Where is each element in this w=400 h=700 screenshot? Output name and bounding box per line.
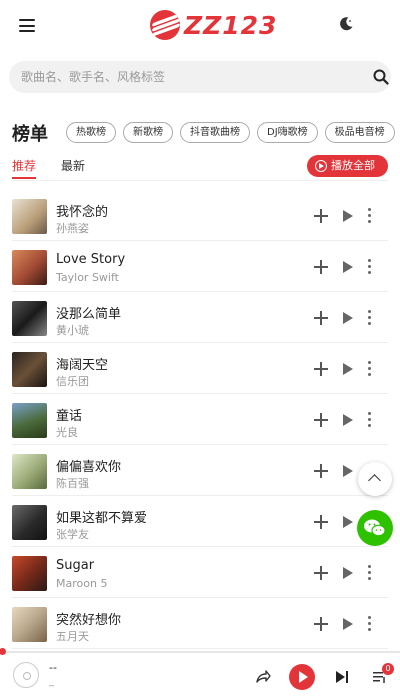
wechat-icon (364, 519, 386, 537)
more-icon[interactable] (368, 412, 372, 427)
logo-mark-icon (150, 10, 180, 40)
section-title: 榜单 (12, 124, 48, 145)
more-icon[interactable] (368, 565, 372, 580)
play-icon[interactable] (343, 516, 353, 528)
tab-recommend[interactable]: 推荐 (12, 157, 37, 179)
album-cover[interactable] (12, 403, 47, 438)
logo[interactable]: ZZ123 (150, 9, 277, 41)
song-title[interactable]: 如果这都不算爱 (56, 507, 147, 526)
song-list: 我怀念的 孙燕姿 Love Story Taylor Swift 没那么简单 黄… (0, 190, 400, 649)
add-icon[interactable] (314, 362, 328, 376)
play-all-label: 播放全部 (331, 159, 375, 172)
sub-tabs: 推荐 最新 (12, 157, 85, 179)
play-icon[interactable] (343, 210, 353, 222)
song-row[interactable]: 童话 光良 (12, 394, 388, 445)
song-title[interactable]: Love Story (56, 252, 125, 267)
logo-text: ZZ123 (184, 10, 278, 40)
song-row[interactable]: Sugar Maroon 5 (12, 547, 388, 598)
play-icon[interactable] (343, 567, 353, 579)
play-icon[interactable] (343, 414, 353, 426)
song-artist[interactable]: Taylor Swift (56, 271, 119, 284)
song-artist[interactable]: 黄小琥 (56, 322, 89, 338)
song-artist[interactable]: 张学友 (56, 526, 89, 542)
song-row[interactable]: 偏偏喜欢你 陈百强 (12, 445, 388, 496)
add-icon[interactable] (314, 515, 328, 529)
song-title[interactable]: 偏偏喜欢你 (56, 456, 121, 475)
divider (12, 180, 388, 181)
album-cover[interactable] (12, 352, 47, 387)
song-artist[interactable]: 五月天 (56, 628, 89, 644)
chip-edm[interactable]: 极品电音榜 (324, 122, 395, 143)
more-icon[interactable] (368, 361, 372, 376)
play-icon[interactable] (343, 312, 353, 324)
wechat-button[interactable] (357, 510, 393, 546)
play-icon[interactable] (343, 618, 353, 630)
search-icon[interactable] (373, 69, 389, 85)
play-icon[interactable] (343, 465, 353, 477)
chart-chips: 热歌榜 新歌榜 抖音歌曲榜 DJ嗨歌榜 极品电音榜 (66, 122, 400, 144)
album-cover[interactable] (12, 199, 47, 234)
album-cover[interactable] (12, 250, 47, 285)
tab-latest[interactable]: 最新 (61, 157, 85, 179)
song-artist[interactable]: Maroon 5 (56, 577, 107, 590)
next-icon[interactable] (335, 670, 349, 684)
play-circle-icon (315, 160, 327, 172)
album-cover[interactable] (12, 505, 47, 540)
queue-count-badge: 0 (382, 663, 394, 675)
moon-icon[interactable] (338, 16, 354, 32)
chip-dj[interactable]: DJ嗨歌榜 (257, 122, 318, 143)
album-cover[interactable] (12, 556, 47, 591)
song-row[interactable]: 突然好想你 五月天 (12, 598, 388, 649)
chip-hot[interactable]: 热歌榜 (66, 122, 116, 143)
more-icon[interactable] (368, 208, 372, 223)
song-row[interactable]: 我怀念的 孙燕姿 (12, 190, 388, 241)
add-icon[interactable] (314, 260, 328, 274)
song-row[interactable]: 没那么简单 黄小琥 (12, 292, 388, 343)
play-icon[interactable] (343, 261, 353, 273)
playback-progress[interactable] (0, 651, 400, 653)
song-title[interactable]: 海阔天空 (56, 354, 108, 373)
album-cover[interactable] (12, 607, 47, 642)
add-icon[interactable] (314, 566, 328, 580)
song-title[interactable]: Sugar (56, 558, 94, 573)
chip-douyin[interactable]: 抖音歌曲榜 (180, 122, 250, 143)
song-row[interactable]: Love Story Taylor Swift (12, 241, 388, 292)
song-artist[interactable]: 光良 (56, 424, 78, 440)
share-icon[interactable] (255, 668, 271, 684)
song-title[interactable]: 没那么简单 (56, 303, 121, 322)
play-button[interactable] (289, 664, 315, 690)
play-icon[interactable] (343, 363, 353, 375)
now-playing-title: -- (49, 661, 57, 674)
add-icon[interactable] (314, 413, 328, 427)
search-input[interactable] (21, 61, 351, 93)
search-bar (9, 61, 391, 93)
play-all-button[interactable]: 播放全部 (307, 155, 388, 177)
add-icon[interactable] (314, 311, 328, 325)
song-row[interactable]: 如果这都不算爱 张学友 (12, 496, 388, 547)
add-icon[interactable] (314, 209, 328, 223)
more-icon[interactable] (368, 616, 372, 631)
now-playing-artist: _ (49, 676, 54, 687)
song-artist[interactable]: 陈百强 (56, 475, 89, 491)
song-artist[interactable]: 孙燕姿 (56, 220, 89, 236)
more-icon[interactable] (368, 259, 372, 274)
mini-player: -- _ 0 (0, 655, 400, 700)
chip-new[interactable]: 新歌榜 (123, 122, 173, 143)
disc-icon[interactable] (13, 662, 39, 688)
song-artist[interactable]: 信乐团 (56, 373, 89, 389)
album-cover[interactable] (12, 454, 47, 489)
add-icon[interactable] (314, 617, 328, 631)
song-row[interactable]: 海阔天空 信乐团 (12, 343, 388, 394)
song-title[interactable]: 童话 (56, 405, 82, 424)
add-icon[interactable] (314, 464, 328, 478)
hamburger-icon[interactable] (19, 19, 35, 32)
top-bar: ZZ123 (0, 0, 400, 50)
scroll-top-button[interactable] (358, 462, 392, 496)
song-title[interactable]: 突然好想你 (56, 609, 121, 628)
song-title[interactable]: 我怀念的 (56, 201, 108, 220)
progress-handle[interactable] (0, 648, 6, 655)
more-icon[interactable] (368, 310, 372, 325)
album-cover[interactable] (12, 301, 47, 336)
